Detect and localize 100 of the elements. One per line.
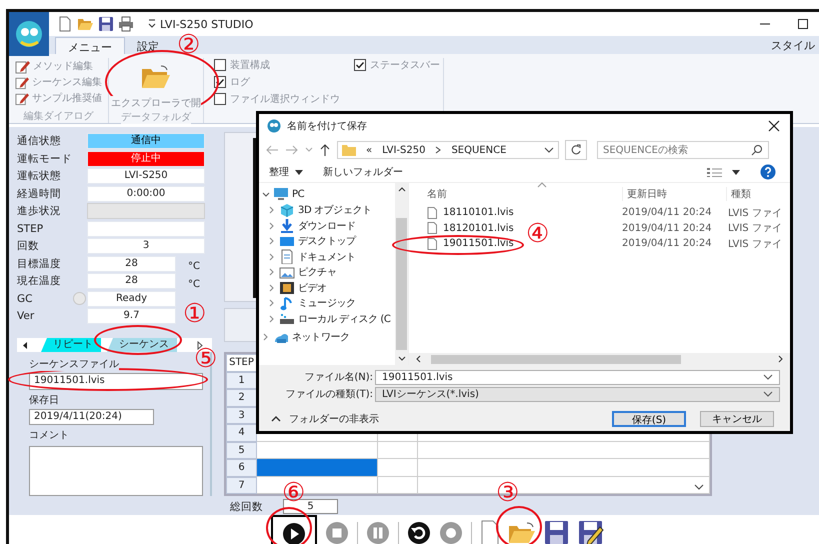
breadcrumb[interactable]: SEQUENCE bbox=[451, 144, 506, 156]
search-field[interactable]: SEQUENCEの検索 bbox=[597, 141, 769, 159]
chevron-right-icon bbox=[435, 146, 442, 154]
table-cell bbox=[378, 476, 418, 494]
field-label: 通信状態 bbox=[17, 134, 62, 148]
collapse-chevron-icon[interactable] bbox=[268, 252, 276, 261]
dialog-title: 名前を付けて保存 bbox=[287, 120, 367, 133]
note-pencil-icon bbox=[15, 74, 29, 90]
scroll-up-icon bbox=[398, 186, 406, 192]
menu-label[interactable]: スタイル bbox=[771, 38, 819, 52]
tree-item[interactable]: ピクチャ bbox=[298, 265, 336, 280]
tree-item[interactable]: デスクトップ bbox=[298, 234, 356, 248]
checkbox[interactable] bbox=[214, 93, 226, 105]
row-header: 6 bbox=[226, 459, 257, 476]
collapse-chevron-icon[interactable] bbox=[268, 314, 276, 323]
column-header[interactable]: 名前 bbox=[417, 187, 622, 201]
tree-item[interactable]: ミュージック bbox=[298, 296, 356, 310]
collapse-chevron-icon[interactable] bbox=[268, 299, 276, 308]
tree-item[interactable]: ビデオ bbox=[298, 280, 327, 295]
checkbox[interactable] bbox=[354, 59, 366, 71]
file-field[interactable]: 19011501.lvis bbox=[29, 373, 203, 390]
column-header[interactable]: 種類 bbox=[726, 187, 790, 201]
cube-icon bbox=[279, 202, 295, 218]
scrollbar[interactable] bbox=[395, 183, 408, 365]
value-field: 3 bbox=[87, 238, 205, 254]
table-cell[interactable] bbox=[257, 459, 378, 476]
annotation-ellipse bbox=[496, 506, 542, 544]
tree-item[interactable]: 3D オブジェクト bbox=[298, 203, 372, 218]
scrollbar[interactable] bbox=[409, 353, 790, 365]
caret-icon[interactable] bbox=[732, 170, 740, 174]
collapse-chevron-icon[interactable] bbox=[268, 206, 276, 214]
save-icon[interactable] bbox=[98, 16, 114, 32]
collapse-chevron-icon[interactable] bbox=[268, 284, 276, 292]
unit-label: °C bbox=[188, 261, 200, 272]
folder-icon bbox=[141, 64, 171, 90]
collapse-chevron-icon[interactable] bbox=[268, 268, 276, 276]
filetype-dropdown[interactable]: LVIシーケンス(*.lvis) bbox=[375, 386, 780, 402]
tree-item[interactable]: ネットワーク bbox=[292, 330, 350, 344]
save-edit-icon[interactable] bbox=[578, 520, 604, 544]
help-icon[interactable] bbox=[760, 164, 776, 180]
scroll-right-icon[interactable] bbox=[196, 340, 204, 350]
tab[interactable]: リピート bbox=[41, 338, 101, 352]
up-arrow-icon[interactable] bbox=[319, 143, 331, 157]
new-file-icon[interactable] bbox=[480, 520, 500, 544]
organize-button[interactable]: 整理 bbox=[269, 165, 303, 179]
folder-icon[interactable] bbox=[508, 521, 536, 544]
tree-item[interactable]: ローカル ディスク (C bbox=[298, 312, 390, 326]
file-name[interactable]: 19011501.lvis bbox=[443, 238, 514, 250]
breadcrumb-chevron[interactable]: « bbox=[366, 144, 372, 156]
scrollbar-thumb[interactable] bbox=[431, 354, 681, 364]
tab[interactable]: シーケンス bbox=[107, 338, 177, 352]
app-logo-icon[interactable] bbox=[9, 12, 49, 56]
undo-icon[interactable] bbox=[407, 521, 431, 544]
chevron-down-icon[interactable] bbox=[544, 147, 554, 153]
save-icon[interactable] bbox=[544, 520, 570, 544]
collapse-chevron-icon[interactable] bbox=[268, 237, 276, 246]
search-icon[interactable] bbox=[751, 144, 763, 156]
refresh-icon[interactable] bbox=[565, 140, 587, 160]
scroll-down-icon[interactable] bbox=[694, 484, 704, 491]
expand-chevron-icon[interactable] bbox=[262, 190, 270, 199]
unit-label: °C bbox=[188, 278, 200, 290]
play-icon[interactable] bbox=[271, 515, 317, 544]
value-field: 停止中 bbox=[87, 150, 205, 166]
table-cell-text: LVIS ファイ bbox=[727, 222, 783, 236]
annotation-number: ⑤ bbox=[194, 345, 218, 373]
close-icon[interactable] bbox=[768, 120, 780, 132]
file-name[interactable]: 18120101.lvis bbox=[443, 222, 514, 234]
scrollbar-thumb[interactable] bbox=[396, 218, 407, 350]
file-icon bbox=[427, 206, 437, 219]
column-header[interactable]: 更新日時 bbox=[622, 187, 726, 201]
comment-field[interactable] bbox=[29, 446, 203, 496]
scroll-left-icon[interactable] bbox=[21, 340, 29, 350]
collapse-chevron-icon[interactable] bbox=[262, 333, 270, 342]
collapse-chevron-icon[interactable] bbox=[268, 222, 276, 230]
hide-folders-button[interactable]: フォルダーの非表示 bbox=[271, 412, 379, 426]
breadcrumb[interactable]: LVI-S250 bbox=[382, 144, 426, 156]
cancel-button[interactable]: キャンセル bbox=[700, 411, 774, 427]
group-label: データフォルダ bbox=[121, 110, 191, 124]
printer-icon[interactable] bbox=[118, 16, 134, 32]
annotation-number: ② bbox=[177, 31, 200, 59]
download-arrow-icon bbox=[279, 218, 295, 234]
tree-item[interactable]: ダウンロード bbox=[298, 218, 356, 233]
checkbox[interactable] bbox=[214, 59, 226, 71]
tree-item[interactable]: ドキュメント bbox=[298, 250, 356, 264]
view-icon[interactable] bbox=[706, 166, 724, 178]
checkbox-label: 装置構成 bbox=[230, 58, 270, 72]
checkbox[interactable] bbox=[214, 76, 226, 88]
ribbon-tab[interactable]: メニュー bbox=[55, 37, 125, 54]
save-button[interactable]: 保存(S) bbox=[612, 411, 686, 427]
new-folder-button[interactable]: 新しいフォルダー bbox=[323, 165, 403, 179]
date-field[interactable]: 2019/4/11(20:24) bbox=[29, 409, 154, 425]
tree-item[interactable]: PC bbox=[292, 189, 304, 200]
dropdown-icon[interactable] bbox=[148, 18, 156, 30]
file-name[interactable]: 18110101.lvis bbox=[443, 207, 514, 218]
address-bar[interactable]: « LVI-S250 SEQUENCE bbox=[337, 141, 559, 159]
field-label: 運転モード bbox=[17, 152, 73, 166]
maximize-icon[interactable] bbox=[797, 18, 809, 30]
filename-field[interactable]: 19011501.lvis bbox=[375, 370, 780, 384]
new-file-icon[interactable] bbox=[57, 16, 73, 32]
field-label: 経過時間 bbox=[17, 186, 62, 200]
